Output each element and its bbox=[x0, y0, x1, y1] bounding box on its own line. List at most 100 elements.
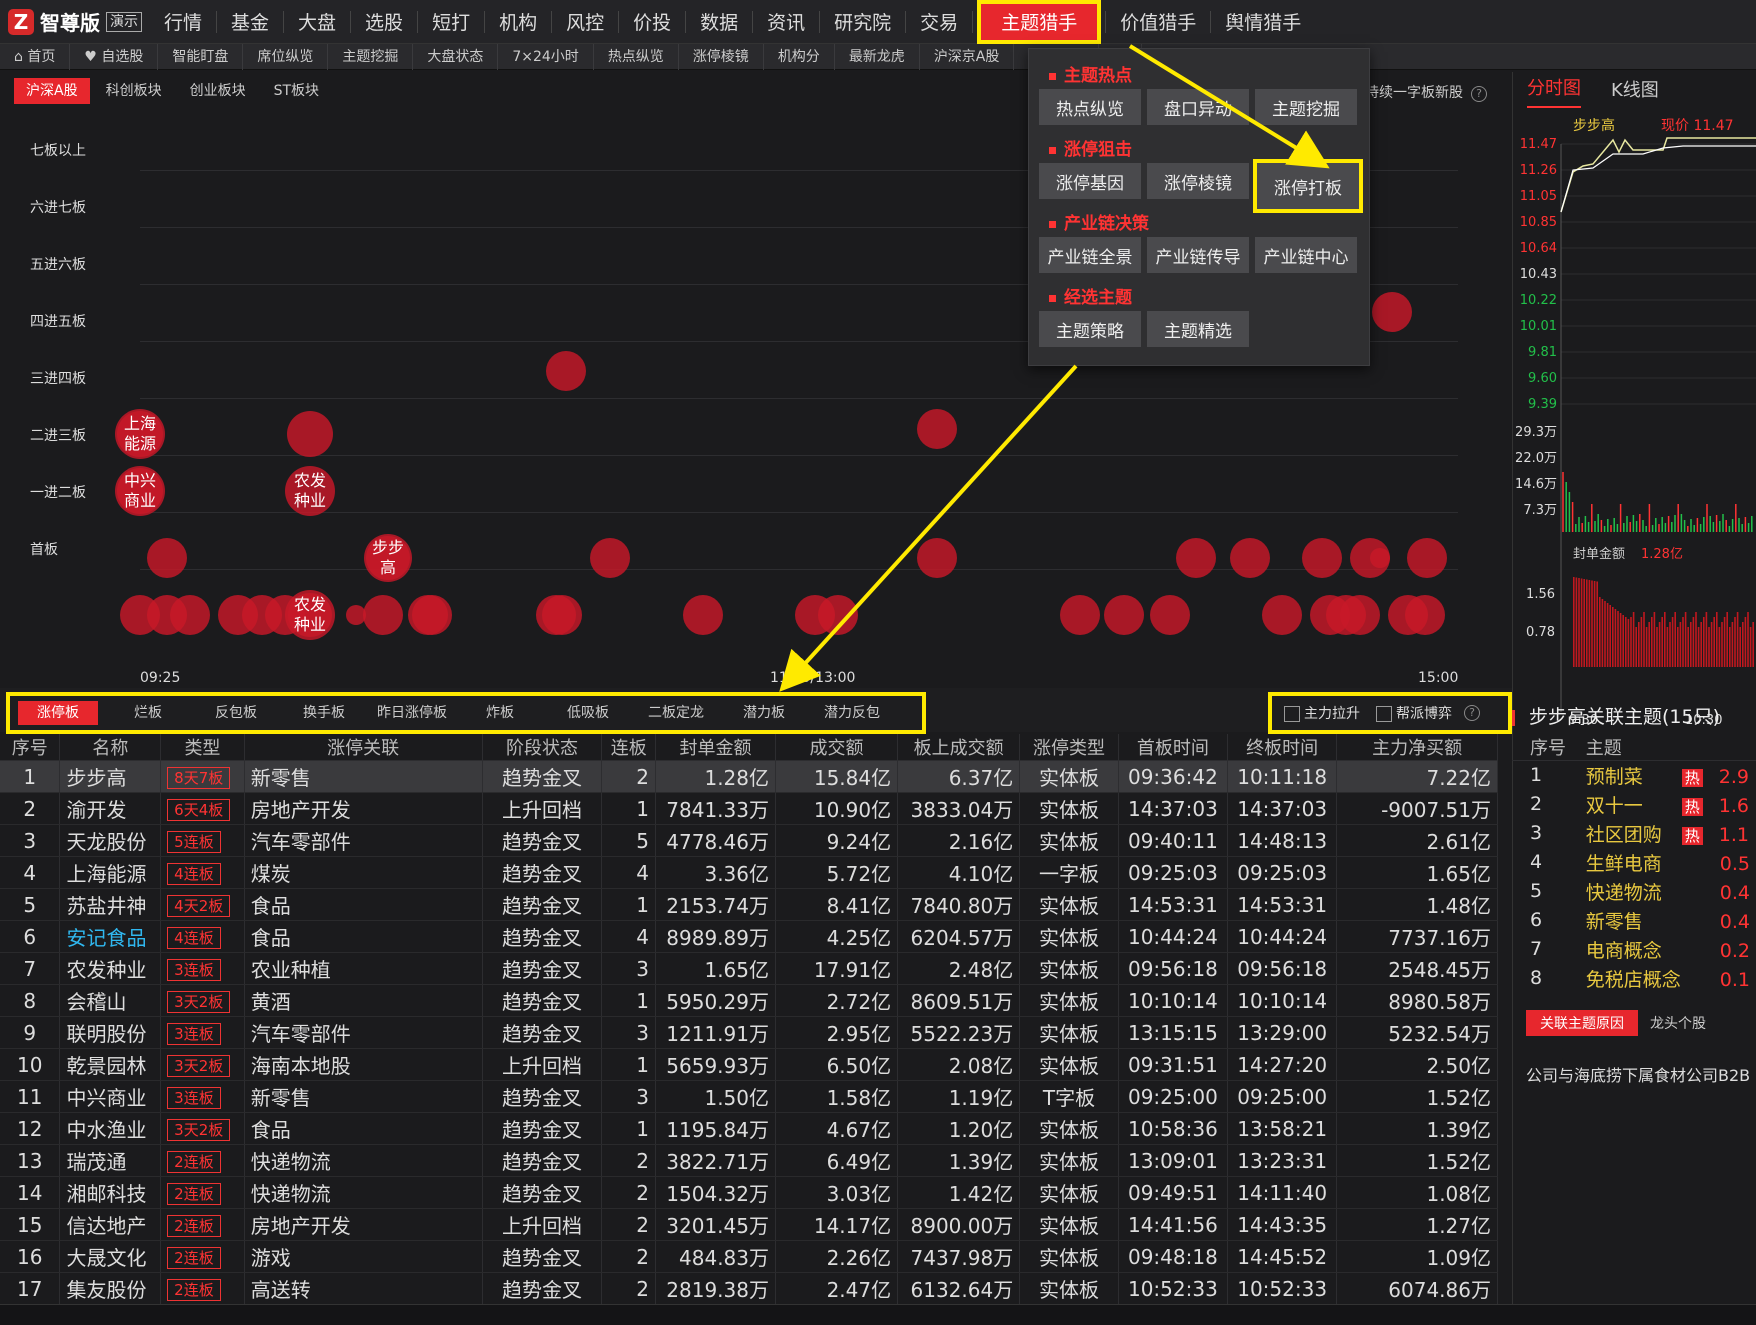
board-tab-3[interactable]: ST板块 bbox=[262, 78, 331, 104]
board-tab-0[interactable]: 沪深A股 bbox=[14, 78, 90, 104]
stock-bubble-labeled[interactable]: 农发种业 bbox=[285, 590, 335, 640]
menu-item-1-1[interactable]: 涨停棱镜 bbox=[1147, 163, 1249, 199]
stock-bubble-labeled[interactable]: 农发种业 bbox=[285, 466, 335, 516]
table-row[interactable]: 11 中兴商业 3连板 新零售 趋势金叉 3 1.50亿 1.58亿 1.19亿 T字板 09:25… bbox=[0, 1080, 1498, 1113]
menu-item-2-0[interactable]: 产业链全景 bbox=[1039, 237, 1141, 273]
subnav-item-2[interactable]: 智能盯盘 bbox=[158, 43, 244, 70]
subnav-item-9[interactable]: 机构分 bbox=[764, 43, 835, 70]
leader-stocks-button[interactable]: 龙头个股 bbox=[1650, 1013, 1706, 1033]
filter-tab-2[interactable]: 反包板 bbox=[192, 701, 280, 725]
menu-item-2-1[interactable]: 产业链传导 bbox=[1147, 237, 1249, 273]
help-icon[interactable]: ? bbox=[1464, 705, 1480, 721]
stock-bubble[interactable] bbox=[147, 538, 187, 578]
stock-bubble[interactable] bbox=[917, 538, 957, 578]
table-row[interactable]: 3 天龙股份 5连板 汽车零部件 趋势金叉 5 4778.46万 9.24亿 2.16亿 实体板 0… bbox=[0, 824, 1498, 857]
theme-row[interactable]: 5 快递物流 0.4 bbox=[1512, 877, 1756, 906]
subnav-item-1[interactable]: ♥ 自选股 bbox=[70, 43, 159, 70]
stock-bubble[interactable] bbox=[1262, 595, 1302, 635]
stock-bubble[interactable] bbox=[1372, 292, 1412, 332]
board-tab-2[interactable]: 创业板块 bbox=[178, 78, 258, 104]
subnav-item-3[interactable]: 席位纵览 bbox=[243, 43, 329, 70]
nav-item-4[interactable]: 短打 bbox=[418, 0, 484, 44]
stock-bubble[interactable] bbox=[1230, 538, 1270, 578]
subnav-item-6[interactable]: 7×24小时 bbox=[498, 43, 594, 70]
menu-item-0-0[interactable]: 热点纵览 bbox=[1039, 89, 1141, 125]
nav-item-9[interactable]: 资讯 bbox=[753, 0, 819, 44]
nav-item-10[interactable]: 研究院 bbox=[820, 0, 905, 44]
nav-item-11[interactable]: 交易 bbox=[906, 0, 972, 44]
table-row[interactable]: 9 联明股份 3连板 汽车零部件 趋势金叉 3 1211.91万 2.95亿 5522.23万实… bbox=[0, 1016, 1498, 1049]
board-tab-1[interactable]: 科创板块 bbox=[94, 78, 174, 104]
check-gang-game[interactable]: 帮派博弈 bbox=[1376, 703, 1452, 723]
stock-bubble[interactable] bbox=[1370, 548, 1390, 568]
stock-bubble[interactable] bbox=[1060, 595, 1100, 635]
nav-item-6[interactable]: 风控 bbox=[552, 0, 618, 44]
subnav-item-5[interactable]: 大盘状态 bbox=[413, 43, 499, 70]
stock-bubble[interactable] bbox=[287, 411, 333, 457]
help-icon[interactable]: ? bbox=[1471, 86, 1487, 102]
menu-item-1-0[interactable]: 涨停基因 bbox=[1039, 163, 1141, 199]
menu-item-3-1[interactable]: 主题精选 bbox=[1147, 311, 1249, 347]
filter-tab-3[interactable]: 换手板 bbox=[280, 701, 368, 725]
theme-row[interactable]: 4 生鲜电商 0.5 bbox=[1512, 848, 1756, 877]
stock-bubble[interactable] bbox=[1150, 595, 1190, 635]
subnav-item-10[interactable]: 最新龙虎 bbox=[835, 43, 920, 70]
stock-bubble[interactable] bbox=[1302, 538, 1342, 578]
tab-intraday[interactable]: 分时图 bbox=[1527, 74, 1581, 108]
table-row[interactable]: 10 乾景园林 3天2板 海南本地股 上升回档 1 5659.93万 6.50亿 2.08亿 实体… bbox=[0, 1048, 1498, 1081]
stock-bubble[interactable] bbox=[546, 351, 586, 391]
stock-bubble[interactable] bbox=[1340, 595, 1380, 635]
theme-row[interactable]: 8 免税店概念 0.1 bbox=[1512, 964, 1756, 993]
related-reason-button[interactable]: 关联主题原因 bbox=[1526, 1010, 1638, 1036]
stock-bubble[interactable] bbox=[542, 595, 582, 635]
stock-bubble[interactable] bbox=[1104, 595, 1144, 635]
stock-bubble[interactable] bbox=[683, 595, 723, 635]
theme-row[interactable]: 6 新零售 0.4 bbox=[1512, 906, 1756, 935]
subnav-item-0[interactable]: ⌂ 首页 bbox=[0, 43, 71, 70]
nav-item-5[interactable]: 机构 bbox=[485, 0, 551, 44]
app-logo[interactable]: Z 智尊版 演示 bbox=[0, 0, 150, 44]
stock-bubble[interactable] bbox=[412, 595, 452, 635]
filter-tab-0[interactable]: 涨停板 bbox=[18, 701, 98, 725]
nav-item-12[interactable]: 主题猎手 bbox=[977, 0, 1102, 44]
nav-item-0[interactable]: 行情 bbox=[150, 0, 216, 44]
stock-bubble[interactable] bbox=[1407, 538, 1447, 578]
filter-tab-6[interactable]: 低吸板 bbox=[544, 701, 632, 725]
tab-kline[interactable]: K线图 bbox=[1611, 76, 1659, 108]
menu-item-1-2[interactable]: 涨停打板 bbox=[1253, 159, 1363, 213]
stock-bubble[interactable] bbox=[363, 595, 403, 635]
table-row[interactable]: 5 苏盐井神 4天2板 食品 趋势金叉 1 2153.74万 8.41亿 7840.80万 实体板… bbox=[0, 888, 1498, 921]
table-row[interactable]: 14 湘邮科技 2连板 快递物流 趋势金叉 2 1504.32万 3.03亿 1.42亿 实体板 0… bbox=[0, 1176, 1498, 1209]
table-row[interactable]: 16 大晟文化 2连板 游戏 趋势金叉 2 484.83万 2.26亿 7437.98万 实体板 0… bbox=[0, 1240, 1498, 1273]
table-row[interactable]: 12 中水渔业 3天2板 食品 趋势金叉 1 1195.84万 4.67亿 1.20亿 实体板 10… bbox=[0, 1112, 1498, 1145]
stock-bubble[interactable] bbox=[917, 409, 957, 449]
table-row[interactable]: 13 瑞茂通 2连板 快递物流 趋势金叉 2 3822.71万 6.49亿 1.39亿 实体板 13… bbox=[0, 1144, 1498, 1177]
nav-item-14[interactable]: 舆情猎手 bbox=[1211, 0, 1315, 44]
table-row[interactable]: 7 农发种业 3连板 农业种植 趋势金叉 3 1.65亿 17.91亿 2.48亿 实体板 09:5… bbox=[0, 952, 1498, 985]
nav-item-7[interactable]: 价投 bbox=[619, 0, 685, 44]
table-row[interactable]: 15 信达地产 2连板 房地产开发 上升回档 2 3201.45万 14.17亿 8900.00… bbox=[0, 1208, 1498, 1241]
filter-tab-5[interactable]: 炸板 bbox=[456, 701, 544, 725]
stock-bubble-labeled[interactable]: 上海能源 bbox=[115, 409, 165, 459]
theme-row[interactable]: 7 电商概念 0.2 bbox=[1512, 935, 1756, 964]
table-row[interactable]: 17 集友股份 2连板 高送转 趋势金叉 2 2819.38万 2.47亿 6132.64万 实体… bbox=[0, 1272, 1498, 1304]
stock-bubble[interactable] bbox=[590, 538, 630, 578]
stock-bubble-labeled[interactable]: 步步高 bbox=[364, 534, 412, 582]
filter-tab-7[interactable]: 二板定龙 bbox=[632, 701, 720, 725]
table-row[interactable]: 1 步步高 8天7板 新零售 趋势金叉 2 1.28亿 15.84亿 6.37亿 实体板 09:36… bbox=[0, 760, 1498, 793]
stock-bubble[interactable] bbox=[170, 595, 210, 635]
stock-bubble[interactable] bbox=[1405, 595, 1445, 635]
stock-bubble[interactable] bbox=[1176, 538, 1216, 578]
theme-row[interactable]: 3 社区团购热 1.1 bbox=[1512, 819, 1756, 848]
continuous-ipo-note[interactable]: 持续一字板新股? bbox=[1365, 82, 1487, 102]
stock-bubble-labeled[interactable]: 中兴商业 bbox=[115, 466, 165, 516]
subnav-item-7[interactable]: 热点纵览 bbox=[594, 43, 679, 70]
table-row[interactable]: 2 渝开发 6天4板 房地产开发 上升回档 1 7841.33万 10.90亿 3833.04万… bbox=[0, 792, 1498, 825]
menu-item-2-2[interactable]: 产业链中心 bbox=[1255, 237, 1357, 273]
nav-item-1[interactable]: 基金 bbox=[217, 0, 283, 44]
filter-tab-1[interactable]: 烂板 bbox=[104, 701, 192, 725]
table-row[interactable]: 8 会稽山 3天2板 黄酒 趋势金叉 1 5950.29万 2.72亿 8609.51万 实体板 1… bbox=[0, 984, 1498, 1017]
theme-row[interactable]: 1 预制菜 热 2.9 bbox=[1512, 761, 1756, 790]
stock-bubble[interactable] bbox=[818, 595, 858, 635]
filter-tab-4[interactable]: 昨日涨停板 bbox=[368, 701, 456, 725]
